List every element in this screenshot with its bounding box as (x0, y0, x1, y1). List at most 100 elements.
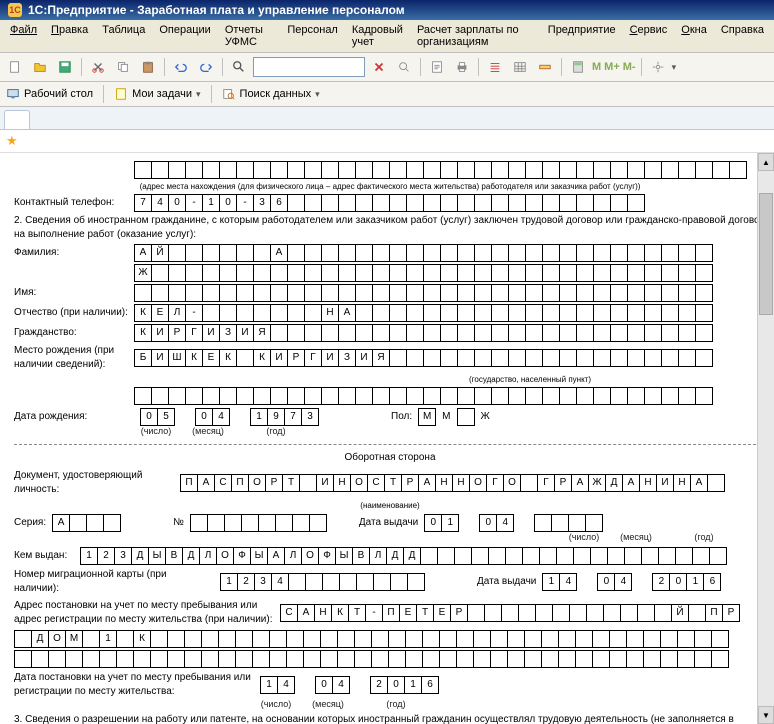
vertical-scrollbar[interactable]: ▲ ▼ (757, 153, 774, 724)
form-cell (134, 387, 152, 405)
patronymic-label: Отчество (при наличии): (14, 306, 134, 320)
menu-reports[interactable]: Отчеты УФМС (219, 22, 280, 50)
list-icon[interactable] (484, 56, 506, 78)
menu-kadry[interactable]: Кадровый учет (346, 22, 409, 50)
calc-icon[interactable] (567, 56, 589, 78)
menu-table[interactable]: Таблица (96, 22, 151, 50)
form-cell (389, 244, 407, 262)
form-cell (116, 650, 134, 668)
print-icon[interactable] (451, 56, 473, 78)
mem-mp[interactable]: M+ (604, 61, 620, 73)
form-cell (423, 387, 441, 405)
grid-icon[interactable] (509, 56, 531, 78)
sex-f: Ж (481, 410, 490, 424)
menu-service[interactable]: Сервис (624, 22, 674, 50)
star-icon[interactable]: ★ (6, 133, 18, 148)
form-cell (201, 630, 219, 648)
form-cell: И (151, 324, 169, 342)
paste-icon[interactable] (137, 56, 159, 78)
form-cell (202, 387, 220, 405)
form-cell: 0 (140, 408, 158, 426)
cut-icon[interactable] (87, 56, 109, 78)
report-icon[interactable] (426, 56, 448, 78)
save-icon[interactable] (54, 56, 76, 78)
form-cell (576, 244, 594, 262)
search-icon[interactable] (228, 56, 250, 78)
mem-m[interactable]: M (592, 61, 601, 73)
menu-edit[interactable]: Правка (45, 22, 94, 50)
find-icon[interactable] (393, 56, 415, 78)
form-cell (373, 573, 391, 591)
form-cell (559, 304, 577, 322)
dropdown-icon[interactable]: ▾ (672, 62, 677, 73)
form-cell (389, 161, 407, 179)
form-cell (692, 547, 710, 565)
menu-file[interactable]: Файл (4, 22, 43, 50)
form-cell (218, 630, 236, 648)
redo-icon[interactable] (195, 56, 217, 78)
scroll-thumb[interactable] (759, 193, 773, 315)
form-cell (219, 264, 237, 282)
quick-tasks[interactable]: Мои задачи▾ (114, 87, 200, 101)
search-combo[interactable] (253, 57, 365, 77)
undo-icon[interactable] (170, 56, 192, 78)
form-cell (354, 650, 372, 668)
quick-desktop[interactable]: Рабочий стол (6, 87, 93, 101)
form-cell: 3 (254, 573, 272, 591)
form-cell: Р (401, 474, 419, 492)
form-cell: 6 (421, 676, 439, 694)
menu-help[interactable]: Справка (715, 22, 770, 50)
form-cell (592, 650, 610, 668)
form-cell: Ы (250, 547, 268, 565)
document-tab[interactable] (4, 110, 30, 129)
open-icon[interactable] (29, 56, 51, 78)
form-cell (303, 630, 321, 648)
mem-mm[interactable]: M- (623, 61, 636, 73)
menu-windows[interactable]: Окна (675, 22, 713, 50)
form-cell: 4 (277, 676, 295, 694)
form-cell: Т (282, 474, 300, 492)
form-cell: Р (265, 474, 283, 492)
form-cell (542, 324, 560, 342)
form-cell (420, 547, 438, 565)
form-cell (488, 547, 506, 565)
form-cell: Т (348, 604, 366, 622)
ruler-icon[interactable] (534, 56, 556, 78)
menu-operations[interactable]: Операции (153, 22, 216, 50)
form-cell (388, 630, 406, 648)
form-cell (491, 387, 509, 405)
form-cell (508, 161, 526, 179)
menu-salary[interactable]: Расчет зарплаты по организациям (411, 22, 540, 50)
form-cell (422, 630, 440, 648)
form-cell: 9 (267, 408, 285, 426)
quick-search[interactable]: Поиск данных▾ (222, 87, 320, 101)
form-cell: 0 (479, 514, 497, 532)
scroll-down-icon[interactable]: ▼ (758, 706, 774, 724)
form-cell (133, 650, 151, 668)
form-cell: К (133, 630, 151, 648)
form-cell (269, 630, 287, 648)
form-cell (406, 161, 424, 179)
form-cell: А (197, 474, 215, 492)
form-cell (678, 161, 696, 179)
form-cell: Ф (233, 547, 251, 565)
menu-personnel[interactable]: Персонал (281, 22, 344, 50)
copy-icon[interactable] (112, 56, 134, 78)
form-cell (439, 650, 457, 668)
form-cell (440, 244, 458, 262)
sex-label: Пол: (391, 410, 412, 424)
form-cell (423, 324, 441, 342)
number-label: № (173, 516, 184, 530)
form-cell (437, 547, 455, 565)
clear-icon[interactable] (368, 56, 390, 78)
form-cell (729, 161, 747, 179)
form-cell (202, 304, 220, 322)
scroll-up-icon[interactable]: ▲ (758, 153, 774, 171)
form-cell (86, 514, 104, 532)
tab-strip (0, 107, 774, 130)
menu-enterprise[interactable]: Предприятие (542, 22, 622, 50)
tool-icon[interactable] (647, 56, 669, 78)
menu-bar: Файл Правка Таблица Операции Отчеты УФМС… (0, 20, 774, 53)
form-cell (236, 284, 254, 302)
new-icon[interactable] (4, 56, 26, 78)
